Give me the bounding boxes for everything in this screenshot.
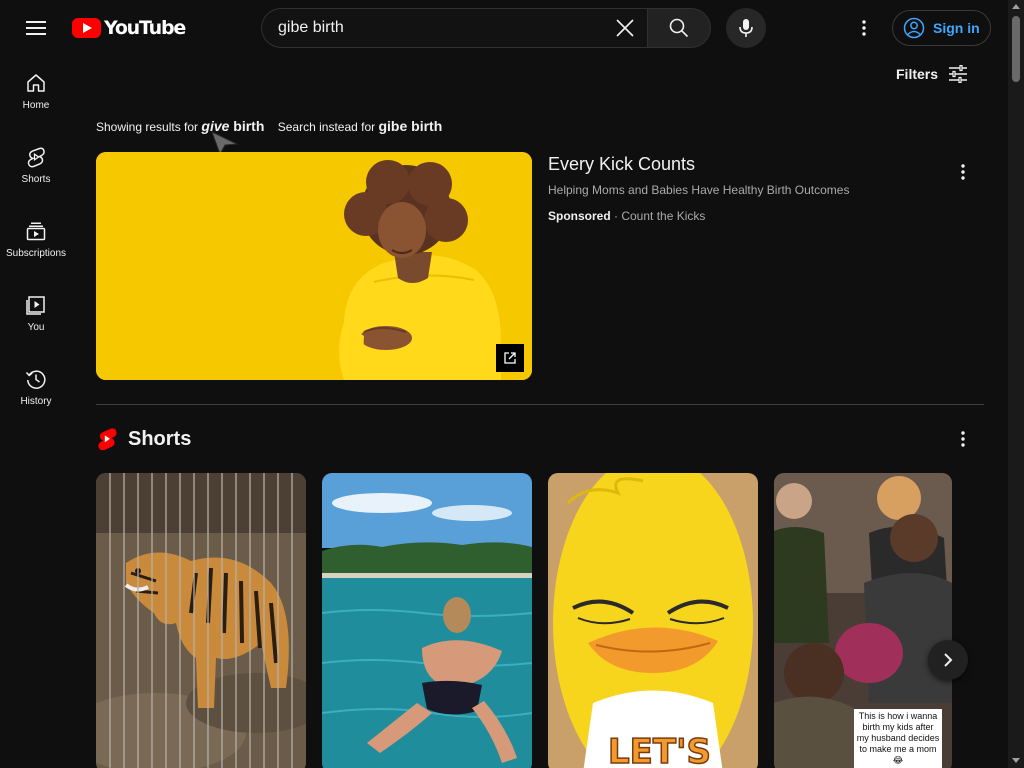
sidebar-item-history[interactable]: History xyxy=(4,352,68,426)
sidebar-item-shorts[interactable]: Shorts xyxy=(4,130,68,204)
ad-description: Helping Moms and Babies Have Healthy Bir… xyxy=(548,183,850,197)
sign-in-button[interactable]: Sign in xyxy=(892,10,991,46)
sidebar-item-subscriptions[interactable]: Subscriptions xyxy=(4,204,68,278)
logo-text: YouTube xyxy=(104,17,186,39)
meta-separator: · xyxy=(610,209,622,223)
hamburger-icon xyxy=(26,21,46,35)
search-bar xyxy=(261,8,711,48)
section-divider xyxy=(96,404,984,405)
search-icon xyxy=(669,18,689,38)
search-input[interactable] xyxy=(278,19,598,37)
short-thumbnail: LET'S xyxy=(548,473,758,768)
shirt-text: LET'S xyxy=(608,732,711,768)
ad-image xyxy=(96,152,532,380)
sidebar-item-label: Home xyxy=(22,100,50,111)
sidebar-item-home[interactable]: Home xyxy=(4,56,68,130)
short-card-swimmer[interactable] xyxy=(322,473,532,768)
shorts-shelf-title: Shorts xyxy=(128,427,192,450)
sidebar-item-label: You xyxy=(27,322,45,333)
short-card-cartoon-duck[interactable]: LET'S xyxy=(548,473,758,768)
short-card-tiger[interactable] xyxy=(96,473,306,768)
search-field xyxy=(261,8,647,48)
short-thumbnail xyxy=(322,473,532,768)
page-scrollbar[interactable] xyxy=(1008,0,1024,768)
external-link-icon xyxy=(504,352,516,364)
short-caption: This is how i wanna birth my kids after … xyxy=(854,709,942,768)
scroll-up-arrow-icon[interactable] xyxy=(1012,4,1020,9)
filters-label: Filters xyxy=(896,66,939,82)
more-vert-icon xyxy=(961,164,965,180)
account-icon xyxy=(903,17,925,39)
ad-title[interactable]: Every Kick Counts xyxy=(548,154,695,175)
close-icon xyxy=(616,19,634,37)
advertiser-name[interactable]: Count the Kicks xyxy=(621,209,705,223)
search-instead-prefix: Search instead for xyxy=(277,120,379,134)
youtube-logo[interactable]: YouTube xyxy=(72,17,186,39)
chevron-right-icon xyxy=(944,653,953,667)
clear-search-button[interactable] xyxy=(609,12,641,44)
more-vert-icon xyxy=(862,20,866,36)
library-icon xyxy=(26,296,45,315)
scroll-thumb[interactable] xyxy=(1012,16,1020,82)
scroll-down-arrow-icon[interactable] xyxy=(1012,758,1020,763)
sponsored-badge: Sponsored xyxy=(548,209,611,223)
sidebar-item-label: History xyxy=(20,396,52,407)
sidebar-item-you[interactable]: You xyxy=(4,278,68,352)
play-logo-icon xyxy=(72,18,101,38)
sign-in-label: Sign in xyxy=(933,20,980,36)
ad-thumbnail[interactable] xyxy=(96,152,532,380)
shorts-shelf-header: Shorts xyxy=(96,426,191,452)
ad-meta: Sponsored · Count the Kicks xyxy=(548,209,705,223)
sidebar-item-label: Subscriptions xyxy=(5,248,67,259)
shorts-next-button[interactable] xyxy=(928,640,968,680)
sidebar-item-label: Shorts xyxy=(21,174,51,185)
spelling-correction: Showing results for give birth Search in… xyxy=(96,118,442,134)
settings-menu-button[interactable] xyxy=(844,8,884,48)
visit-advertiser-button[interactable] xyxy=(496,344,524,372)
original-query-link[interactable]: gibe birth xyxy=(378,118,443,134)
history-icon xyxy=(25,370,46,389)
more-vert-icon xyxy=(961,431,965,447)
showing-results-prefix: Showing results for xyxy=(96,120,202,134)
guide-menu-button[interactable] xyxy=(16,8,56,48)
voice-search-button[interactable] xyxy=(726,8,766,48)
ad-menu-button[interactable] xyxy=(951,160,975,184)
short-card-family[interactable]: This is how i wanna birth my kids after … xyxy=(774,473,952,768)
shorts-logo-icon xyxy=(98,428,117,451)
masthead: YouTube gibe birth Sign in xyxy=(0,0,1008,56)
microphone-icon xyxy=(739,19,753,37)
search-button[interactable] xyxy=(647,8,711,48)
sliders-icon xyxy=(949,65,968,83)
subscriptions-icon xyxy=(26,222,46,241)
shorts-icon xyxy=(27,147,45,168)
filters-button[interactable]: Filters xyxy=(896,62,968,86)
home-icon xyxy=(27,74,45,92)
original-query: gibe birth xyxy=(378,118,443,134)
short-thumbnail xyxy=(96,473,306,768)
shorts-shelf-menu-button[interactable] xyxy=(951,427,975,451)
